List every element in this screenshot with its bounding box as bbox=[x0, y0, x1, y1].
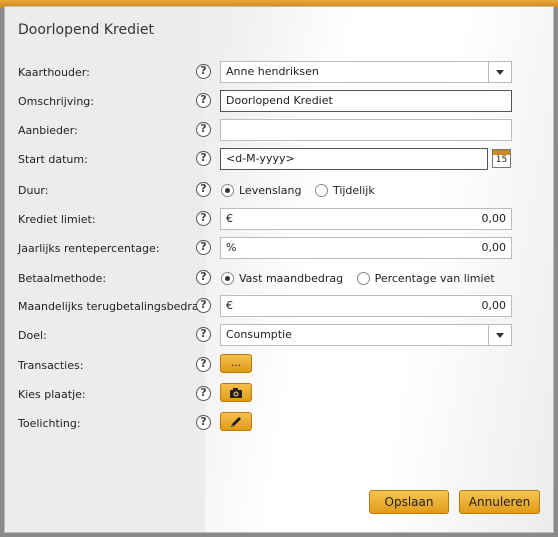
rentepercentage-label: Jaarlijks rentepercentage: bbox=[18, 242, 160, 255]
save-button[interactable]: Opslaan bbox=[369, 490, 449, 514]
terugbetaling-input[interactable]: € 0,00 bbox=[220, 295, 512, 317]
row-transacties: Transacties: ? ... bbox=[5, 354, 553, 378]
start-datum-input[interactable]: <d-M-yyyy> bbox=[220, 148, 488, 170]
rentepercentage-input[interactable]: % 0,00 bbox=[220, 237, 512, 259]
pencil-icon bbox=[231, 417, 241, 427]
help-icon[interactable]: ? bbox=[196, 298, 211, 313]
calendar-day: 15 bbox=[495, 155, 508, 165]
duur-option-tijdelijk[interactable]: Tijdelijk bbox=[314, 183, 375, 197]
doel-label: Doel: bbox=[18, 329, 47, 342]
row-doel: Doel: ? Consumptie bbox=[5, 324, 553, 348]
help-icon[interactable]: ? bbox=[196, 122, 211, 137]
radio-unselected-icon[interactable] bbox=[356, 271, 370, 285]
row-toelichting: Toelichting: ? bbox=[5, 412, 553, 436]
row-terugbetaling: Maandelijks terugbetalingsbedrag: ? € 0,… bbox=[5, 295, 553, 319]
kaarthouder-value: Anne hendriksen bbox=[226, 65, 319, 78]
help-icon[interactable]: ? bbox=[196, 151, 211, 166]
toelichting-label: Toelichting: bbox=[18, 417, 81, 430]
terugbetaling-value: 0,00 bbox=[481, 299, 507, 312]
dropdown-arrow-icon[interactable] bbox=[488, 62, 511, 82]
plaatje-label: Kies plaatje: bbox=[18, 388, 86, 401]
krediet-limiet-value: 0,00 bbox=[481, 212, 507, 225]
row-start-datum: Start datum: ? <d-M-yyyy> 15 bbox=[5, 148, 553, 172]
camera-icon bbox=[230, 388, 242, 398]
aanbieder-label: Aanbieder: bbox=[18, 124, 78, 137]
kaarthouder-label: Kaarthouder: bbox=[18, 66, 90, 79]
currency-prefix: € bbox=[226, 212, 233, 225]
row-krediet-limiet: Krediet limiet: ? € 0,00 bbox=[5, 208, 553, 232]
omschrijving-input[interactable]: Doorlopend Krediet bbox=[220, 90, 512, 112]
help-icon[interactable]: ? bbox=[196, 240, 211, 255]
help-icon[interactable]: ? bbox=[196, 357, 211, 372]
row-omschrijving: Omschrijving: ? Doorlopend Krediet bbox=[5, 90, 553, 114]
help-icon[interactable]: ? bbox=[196, 270, 211, 285]
percent-prefix: % bbox=[226, 241, 237, 254]
rentepercentage-value: 0,00 bbox=[481, 241, 507, 254]
row-betaalmethode: Betaalmethode: ? Vast maandbedrag Percen… bbox=[5, 267, 553, 291]
help-icon[interactable]: ? bbox=[196, 386, 211, 401]
help-icon[interactable]: ? bbox=[196, 211, 211, 226]
krediet-limiet-input[interactable]: € 0,00 bbox=[220, 208, 512, 230]
duur-radio-group: Levenslang Tijdelijk bbox=[221, 183, 385, 197]
dropdown-arrow-icon[interactable] bbox=[488, 325, 511, 345]
radio-unselected-icon[interactable] bbox=[314, 183, 328, 197]
dialog-title: Doorlopend Krediet bbox=[18, 22, 154, 38]
omschrijving-label: Omschrijving: bbox=[18, 95, 94, 108]
radio-selected-icon[interactable] bbox=[221, 271, 234, 285]
betaalmethode-radio-group: Vast maandbedrag Percentage van limiet bbox=[221, 271, 505, 285]
row-rentepercentage: Jaarlijks rentepercentage: ? % 0,00 bbox=[5, 237, 553, 261]
radio-selected-icon[interactable] bbox=[221, 183, 234, 197]
terugbetaling-label: Maandelijks terugbetalingsbedrag: bbox=[18, 300, 210, 313]
currency-prefix: € bbox=[226, 299, 233, 312]
transacties-label: Transacties: bbox=[18, 359, 84, 372]
cancel-button[interactable]: Annuleren bbox=[459, 490, 540, 514]
krediet-dialog: Doorlopend Krediet Kaarthouder: ? Anne h… bbox=[4, 6, 554, 533]
kaarthouder-select[interactable]: Anne hendriksen bbox=[220, 61, 512, 83]
betaalmethode-option-percentage[interactable]: Percentage van limiet bbox=[356, 271, 495, 285]
help-icon[interactable]: ? bbox=[196, 93, 211, 108]
row-duur: Duur: ? Levenslang Tijdelijk bbox=[5, 179, 553, 203]
betaalmethode-option-vast[interactable]: Vast maandbedrag bbox=[221, 271, 343, 285]
doel-value: Consumptie bbox=[226, 328, 292, 341]
toelichting-button[interactable] bbox=[220, 412, 252, 431]
kies-plaatje-button[interactable] bbox=[220, 383, 252, 402]
duur-option-levenslang[interactable]: Levenslang bbox=[221, 183, 301, 197]
start-datum-label: Start datum: bbox=[18, 153, 88, 166]
calendar-icon[interactable]: 15 bbox=[492, 149, 511, 168]
help-icon[interactable]: ? bbox=[196, 64, 211, 79]
row-plaatje: Kies plaatje: ? bbox=[5, 383, 553, 407]
row-aanbieder: Aanbieder: ? bbox=[5, 119, 553, 143]
duur-label: Duur: bbox=[18, 184, 49, 197]
row-kaarthouder: Kaarthouder: ? Anne hendriksen bbox=[5, 61, 553, 85]
doel-select[interactable]: Consumptie bbox=[220, 324, 512, 346]
help-icon[interactable]: ? bbox=[196, 327, 211, 342]
aanbieder-input[interactable] bbox=[220, 119, 512, 141]
betaalmethode-label: Betaalmethode: bbox=[18, 272, 107, 285]
transacties-button[interactable]: ... bbox=[220, 354, 252, 373]
help-icon[interactable]: ? bbox=[196, 415, 211, 430]
krediet-limiet-label: Krediet limiet: bbox=[18, 213, 96, 226]
help-icon[interactable]: ? bbox=[196, 182, 211, 197]
